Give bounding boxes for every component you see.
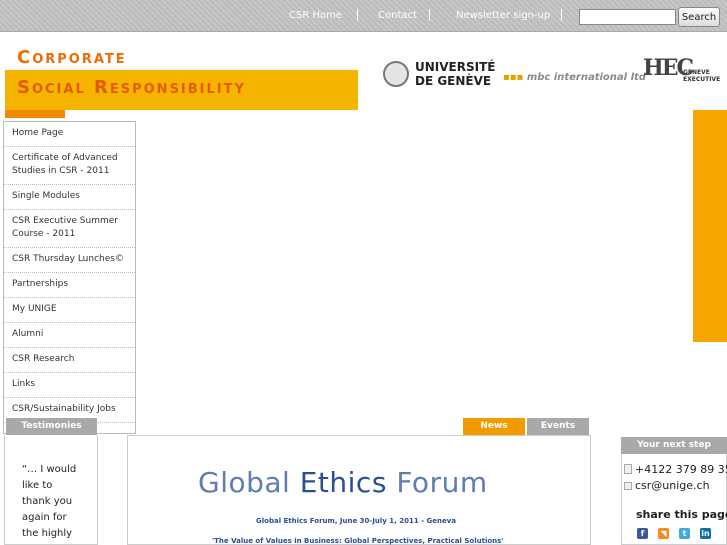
contact-phone-text: +4122 379 89 35: [635, 463, 727, 476]
nav-csr-home-link[interactable]: CSR Home: [289, 10, 342, 21]
sidebar-nav: Home Page Certificate of Advanced Studie…: [3, 121, 136, 434]
nav-separator: [357, 9, 358, 21]
unige-logo-line2: DE GENÈVE: [415, 74, 492, 88]
nav-csr-home[interactable]: CSR Home: [289, 10, 342, 21]
hec-logo-line2: EXECUTIVE: [683, 76, 721, 83]
sidebar-item-my-unige[interactable]: My UNIGE: [4, 298, 135, 323]
sidebar-item-home[interactable]: Home Page: [4, 122, 135, 147]
global-ethics-forum-logo[interactable]: Global Ethics Forum: [198, 466, 488, 499]
hec-logo-text: GENEVE EXECUTIVE: [683, 69, 720, 83]
search-button[interactable]: Search: [678, 7, 720, 27]
contact-phone: +4122 379 89 35: [624, 463, 727, 476]
sidebar-item-csr-research[interactable]: CSR Research: [4, 348, 135, 373]
facebook-icon[interactable]: f: [637, 528, 648, 539]
nav-contact-link[interactable]: Contact: [378, 10, 417, 21]
title-accent-bar: [5, 110, 65, 118]
sidebar-item-alumni[interactable]: Alumni: [4, 323, 135, 348]
contact-email-text[interactable]: csr@unige.ch: [635, 479, 710, 492]
testimonial-quote: “… I would like to thank you again for t…: [22, 464, 77, 539]
tab-events[interactable]: Events: [527, 418, 589, 435]
gef-word-2: Ethics: [299, 466, 387, 499]
mbc-logo-text: mbc international ltd: [526, 72, 646, 83]
nav-newsletter[interactable]: Newsletter sign-up: [456, 10, 550, 21]
tab-testimonies[interactable]: Testimonies: [6, 418, 97, 435]
sidebar-item-summer-course[interactable]: CSR Executive Summer Course - 2011: [4, 210, 135, 248]
decorative-orange-strip: [693, 110, 727, 342]
sidebar-item-links[interactable]: Links: [4, 373, 135, 398]
nav-newsletter-link[interactable]: Newsletter sign-up: [456, 10, 550, 21]
gef-word-1: Global: [198, 466, 291, 499]
contact-email[interactable]: csr@unige.ch: [624, 479, 710, 492]
gef-word-3: Forum: [396, 466, 488, 499]
sidebar-item-partnerships[interactable]: Partnerships: [4, 273, 135, 298]
unige-seal-icon: [383, 61, 409, 87]
site-title-line1: Corporate: [17, 47, 127, 68]
sidebar-item-single-modules[interactable]: Single Modules: [4, 185, 135, 210]
tab-news[interactable]: News: [463, 418, 525, 435]
nav-contact[interactable]: Contact: [378, 10, 417, 21]
mbc-logo[interactable]: ▪▪▪ mbc international ltd: [503, 72, 646, 83]
envelope-icon: [624, 482, 632, 490]
sidebar-item-thursday-lunches[interactable]: CSR Thursday Lunches©: [4, 248, 135, 273]
hec-logo[interactable]: HEC GENEVE EXECUTIVE: [643, 55, 720, 83]
nav-separator: [561, 9, 562, 21]
search-input[interactable]: [579, 9, 676, 25]
sidebar-item-certificate[interactable]: Certificate of Advanced Studies in CSR -…: [4, 147, 135, 185]
unige-logo-text: UNIVERSITÉ DE GENÈVE: [415, 60, 495, 88]
rss-icon[interactable]: ◥: [658, 528, 669, 539]
phone-icon: [624, 464, 632, 474]
twitter-icon[interactable]: t: [679, 528, 690, 539]
linkedin-icon[interactable]: in: [700, 528, 711, 539]
mbc-dots-icon: ▪▪▪: [503, 72, 527, 83]
site-title-line2: Social Responsibility: [17, 77, 246, 98]
news-headline[interactable]: Global Ethics Forum, June 30-July 1, 201…: [256, 517, 456, 525]
share-label: share this page: [636, 508, 727, 521]
unige-logo-line1: UNIVERSITÉ: [415, 60, 496, 74]
nav-separator: [429, 9, 430, 21]
news-subtitle: 'The Value of Values in Business: Global…: [212, 537, 504, 545]
hec-logo-line1: GENEVE: [683, 69, 710, 76]
next-step-header: Your next step: [621, 437, 727, 454]
